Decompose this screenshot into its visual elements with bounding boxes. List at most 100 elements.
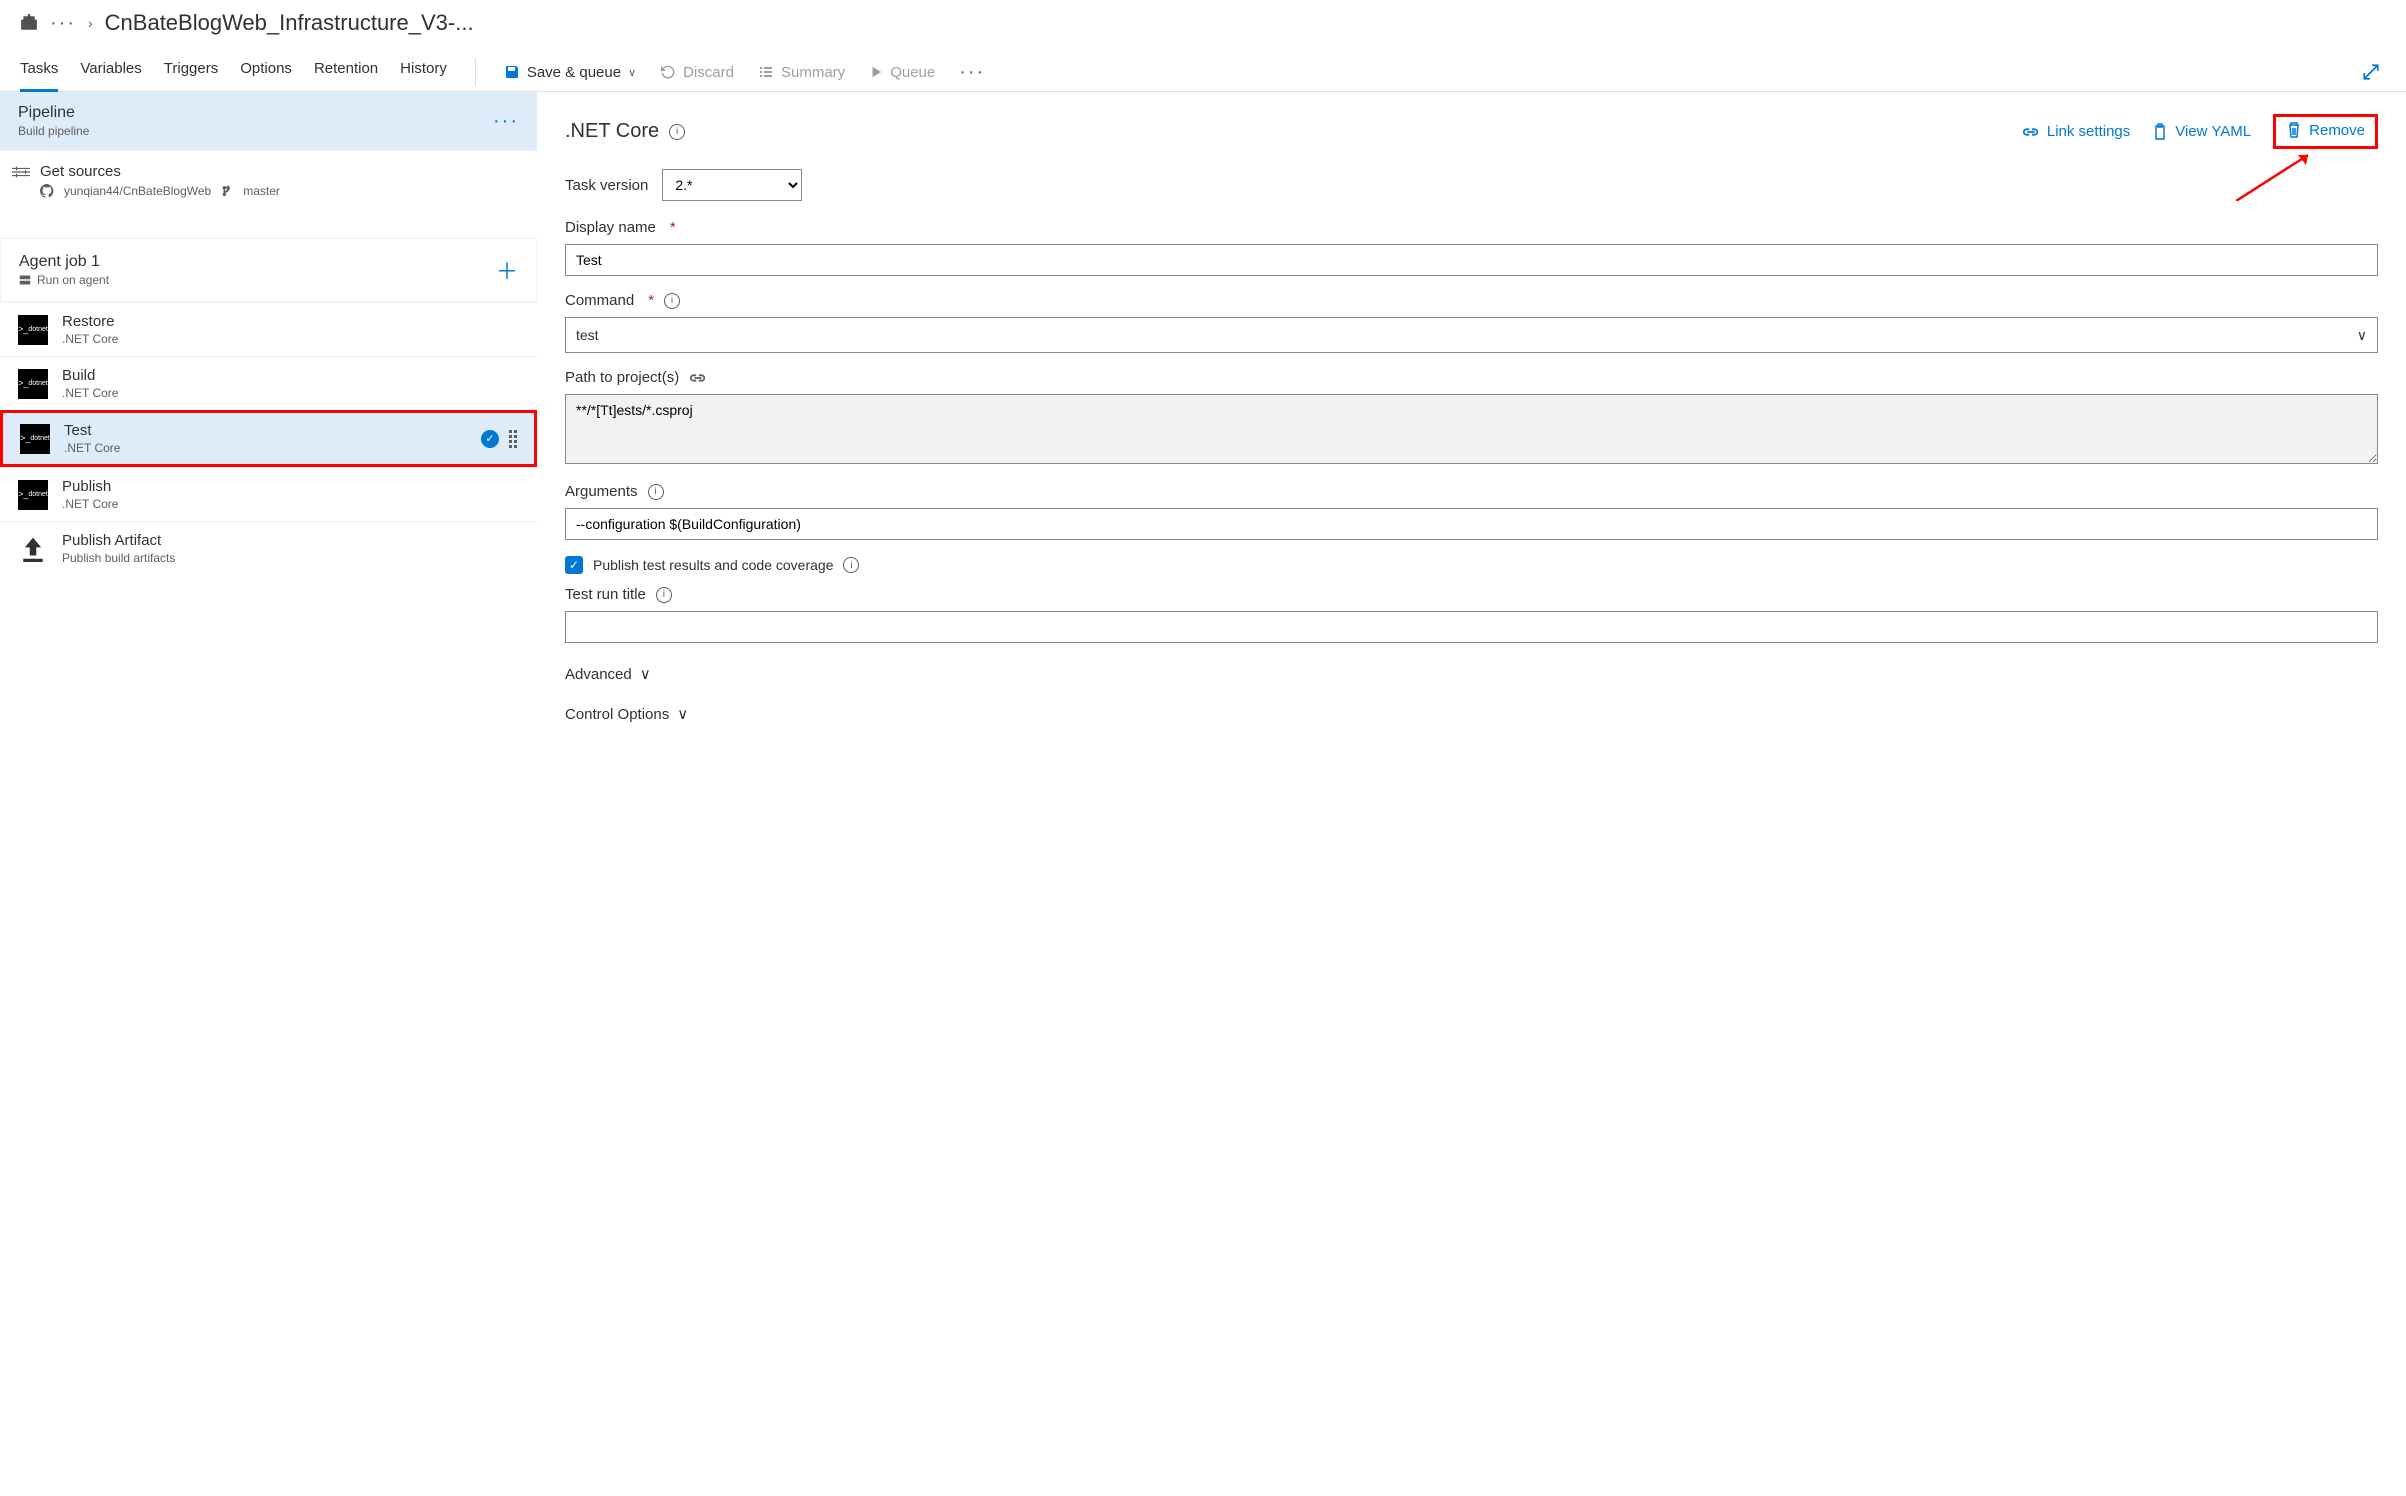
task-name: Publish Artifact (62, 532, 175, 549)
task-publish[interactable]: >_dotnet Publish .NET Core (0, 467, 537, 521)
right-pane: .NET Core i Link settings View YAML (537, 92, 2406, 753)
view-yaml-button[interactable]: View YAML (2152, 123, 2251, 141)
control-options-label: Control Options (565, 706, 669, 723)
advanced-section[interactable]: Advanced ∨ (565, 665, 2378, 683)
github-icon (40, 184, 54, 198)
breadcrumb: ··· › CnBateBlogWeb_Infrastructure_V3-..… (0, 0, 2406, 46)
summary-label: Summary (781, 64, 845, 81)
chevron-right-icon: › (88, 15, 93, 31)
info-icon[interactable]: i (648, 484, 664, 500)
advanced-label: Advanced (565, 666, 632, 683)
path-label: Path to project(s) (565, 369, 679, 386)
annotation-arrow (2236, 151, 2316, 201)
task-sub: .NET Core (64, 441, 120, 455)
task-sub: .NET Core (62, 497, 118, 511)
tab-triggers[interactable]: Triggers (164, 52, 218, 92)
task-list: >_dotnet Restore .NET Core >_dotnet Buil… (0, 302, 537, 575)
dotnet-icon: >_dotnet (20, 424, 50, 454)
branch-name: master (243, 184, 280, 198)
toolbar: Tasks Variables Triggers Options Retenti… (0, 46, 2406, 92)
save-icon (504, 64, 520, 80)
save-queue-label: Save & queue (527, 64, 621, 81)
trash-icon (2286, 121, 2302, 139)
arguments-label: Arguments (565, 483, 638, 500)
pipeline-more-icon[interactable]: ··· (493, 110, 519, 133)
display-name-label: Display name (565, 219, 656, 236)
task-sub: .NET Core (62, 332, 118, 346)
command-group: Save & queue ∨ Discard Summary Queue ··· (504, 61, 985, 84)
task-name: Test (64, 422, 120, 439)
discard-button[interactable]: Discard (660, 64, 734, 81)
task-build[interactable]: >_dotnet Build .NET Core (0, 356, 537, 410)
path-input[interactable]: **/*[Tt]ests/*.csproj (565, 394, 2378, 464)
task-sub: .NET Core (62, 386, 118, 400)
dotnet-icon: >_dotnet (18, 315, 48, 345)
info-icon[interactable]: i (843, 557, 859, 573)
tab-retention[interactable]: Retention (314, 52, 378, 92)
left-pane: Pipeline Build pipeline ··· Get sources … (0, 92, 537, 753)
control-options-section[interactable]: Control Options ∨ (565, 705, 2378, 723)
task-version-select[interactable]: 2.* (662, 169, 802, 201)
command-select[interactable]: test ∨ (565, 317, 2378, 353)
task-name: Publish (62, 478, 118, 495)
discard-label: Discard (683, 64, 734, 81)
agent-job-title: Agent job 1 (19, 253, 109, 271)
queue-button[interactable]: Queue (869, 64, 935, 81)
test-run-title-input[interactable] (565, 611, 2378, 643)
link-settings-button[interactable]: Link settings (2022, 123, 2130, 140)
test-run-title-label: Test run title (565, 586, 646, 603)
panel-title: .NET Core i (565, 120, 685, 143)
view-yaml-label: View YAML (2175, 123, 2251, 140)
remove-label: Remove (2309, 122, 2365, 139)
link-icon[interactable] (689, 372, 707, 384)
dotnet-icon: >_dotnet (18, 480, 48, 510)
panel-title-text: .NET Core (565, 120, 659, 143)
task-restore[interactable]: >_dotnet Restore .NET Core (0, 302, 537, 356)
arguments-input[interactable] (565, 508, 2378, 540)
add-task-button[interactable]: ＋ (496, 254, 518, 286)
info-icon[interactable]: i (669, 124, 685, 140)
summary-button[interactable]: Summary (758, 64, 845, 81)
repo-name: yunqian44/CnBateBlogWeb (64, 184, 211, 198)
more-actions-icon[interactable]: ··· (959, 61, 985, 84)
get-sources-title: Get sources (40, 163, 121, 180)
tab-options[interactable]: Options (240, 52, 292, 92)
save-queue-button[interactable]: Save & queue ∨ (504, 64, 636, 81)
server-icon (19, 274, 31, 286)
upload-icon (18, 534, 48, 564)
display-name-input[interactable] (565, 244, 2378, 276)
info-icon[interactable]: i (664, 293, 680, 309)
chevron-down-icon: ∨ (677, 705, 688, 723)
publish-results-checkbox[interactable]: ✓ (565, 556, 583, 574)
chevron-down-icon: ∨ (628, 66, 636, 79)
agent-job-sub: Run on agent (37, 273, 109, 287)
publish-results-label: Publish test results and code coverage (593, 557, 833, 573)
tab-history[interactable]: History (400, 52, 447, 92)
breadcrumb-more-icon[interactable]: ··· (50, 12, 76, 35)
task-publish-artifact[interactable]: Publish Artifact Publish build artifacts (0, 521, 537, 575)
branch-icon (221, 184, 233, 198)
info-icon[interactable]: i (656, 587, 672, 603)
tab-tasks[interactable]: Tasks (20, 52, 58, 92)
play-icon (869, 65, 883, 79)
undo-icon (660, 64, 676, 80)
queue-label: Queue (890, 64, 935, 81)
required-marker: * (670, 219, 676, 236)
agent-job-row[interactable]: Agent job 1 Run on agent ＋ (0, 238, 537, 302)
tab-variables[interactable]: Variables (80, 52, 141, 92)
pipeline-title: Pipeline (18, 104, 89, 122)
get-sources-row[interactable]: Get sources yunqian44/CnBateBlogWeb mast… (0, 150, 537, 210)
fullscreen-icon[interactable] (2362, 63, 2386, 81)
required-marker: * (648, 292, 654, 309)
pipeline-subtitle: Build pipeline (18, 124, 89, 138)
task-version-label: Task version (565, 177, 648, 194)
drag-handle-icon[interactable] (509, 430, 517, 448)
clipboard-icon (2152, 123, 2168, 141)
link-icon (2022, 125, 2040, 139)
pipeline-header-row[interactable]: Pipeline Build pipeline ··· (0, 92, 537, 150)
command-value: test (576, 327, 599, 343)
breadcrumb-title[interactable]: CnBateBlogWeb_Infrastructure_V3-... (105, 10, 474, 36)
task-name: Restore (62, 313, 118, 330)
remove-button[interactable]: Remove (2286, 121, 2365, 139)
task-test[interactable]: >_dotnet Test .NET Core ✓ (0, 410, 537, 467)
